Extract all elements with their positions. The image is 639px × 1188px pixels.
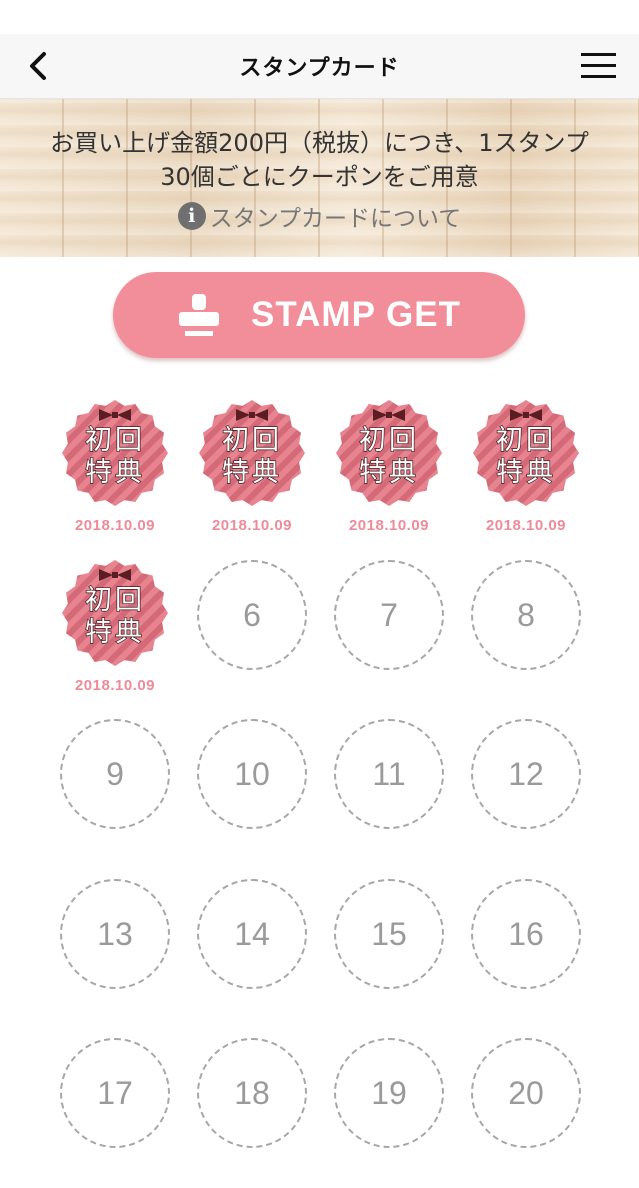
stamp-text-line1: 初回	[222, 425, 282, 456]
empty-stamp-slot: 13	[60, 879, 170, 1029]
stamp-slot-number: 15	[334, 879, 444, 989]
empty-stamp-slot: 8	[471, 560, 581, 710]
empty-stamp-slot: 20	[471, 1038, 581, 1188]
stamp-card-grid: 初回 特典 2018.10.09 初回 特典 2018.10.09 初回 特典 2018.10.…	[0, 0, 639, 1148]
empty-stamp-slot: 19	[334, 1038, 444, 1188]
empty-stamp-slot: 17	[60, 1038, 170, 1188]
empty-stamp-slot: 14	[197, 879, 307, 1029]
stamp-slot-number: 12	[471, 719, 581, 829]
stamp-date: 2018.10.09	[485, 517, 567, 534]
stamped-slot: 初回 特典 2018.10.09	[60, 400, 170, 550]
stamp-date: 2018.10.09	[74, 517, 156, 534]
stamp-text-line1: 初回	[85, 585, 145, 616]
stamp-slot-number: 9	[60, 719, 170, 829]
stamp-slot-number: 8	[471, 560, 581, 670]
stamp-slot-number: 18	[197, 1038, 307, 1148]
stamp-slot-number: 6	[197, 560, 307, 670]
stamp-text-line1: 初回	[85, 425, 145, 456]
stamp-slot-number: 19	[334, 1038, 444, 1148]
stamped-slot: 初回 特典 2018.10.09	[334, 400, 444, 550]
empty-stamp-slot: 11	[334, 719, 444, 869]
empty-stamp-slot: 16	[471, 879, 581, 1029]
stamp-text-line2: 特典	[222, 457, 282, 488]
stamp-slot-number: 7	[334, 560, 444, 670]
stamp-text-line2: 特典	[85, 617, 145, 648]
stamp-slot-number: 11	[334, 719, 444, 829]
stamp-text-line1: 初回	[359, 425, 419, 456]
first-purchase-stamp-badge: 初回特典	[336, 400, 442, 506]
first-purchase-stamp-badge: 初回特典	[199, 400, 305, 506]
stamp-slot-number: 10	[197, 719, 307, 829]
stamp-slot-number: 17	[60, 1038, 170, 1148]
stamp-slot-number: 16	[471, 879, 581, 989]
empty-stamp-slot: 6	[197, 560, 307, 710]
stamp-text-line2: 特典	[85, 457, 145, 488]
first-purchase-stamp-badge: 初回特典	[62, 560, 168, 666]
stamp-slot-number: 14	[197, 879, 307, 989]
stamp-date: 2018.10.09	[211, 517, 293, 534]
stamp-slot-number: 20	[471, 1038, 581, 1148]
empty-stamp-slot: 15	[334, 879, 444, 1029]
stamp-text-line2: 特典	[359, 457, 419, 488]
empty-stamp-slot: 10	[197, 719, 307, 869]
first-purchase-stamp-badge: 初回特典	[62, 400, 168, 506]
first-purchase-stamp-badge: 初回特典	[473, 400, 579, 506]
stamped-slot: 初回 特典 2018.10.09	[471, 400, 581, 550]
stamped-slot: 初回 特典 2018.10.09	[197, 400, 307, 550]
stamp-date: 2018.10.09	[74, 677, 156, 694]
stamp-slot-number: 13	[60, 879, 170, 989]
empty-stamp-slot: 18	[197, 1038, 307, 1188]
empty-stamp-slot: 9	[60, 719, 170, 869]
empty-stamp-slot: 7	[334, 560, 444, 710]
stamp-text-line2: 特典	[496, 457, 556, 488]
stamped-slot: 初回 特典 2018.10.09	[60, 560, 170, 710]
empty-stamp-slot: 12	[471, 719, 581, 869]
stamp-date: 2018.10.09	[348, 517, 430, 534]
stamp-text-line1: 初回	[496, 425, 556, 456]
